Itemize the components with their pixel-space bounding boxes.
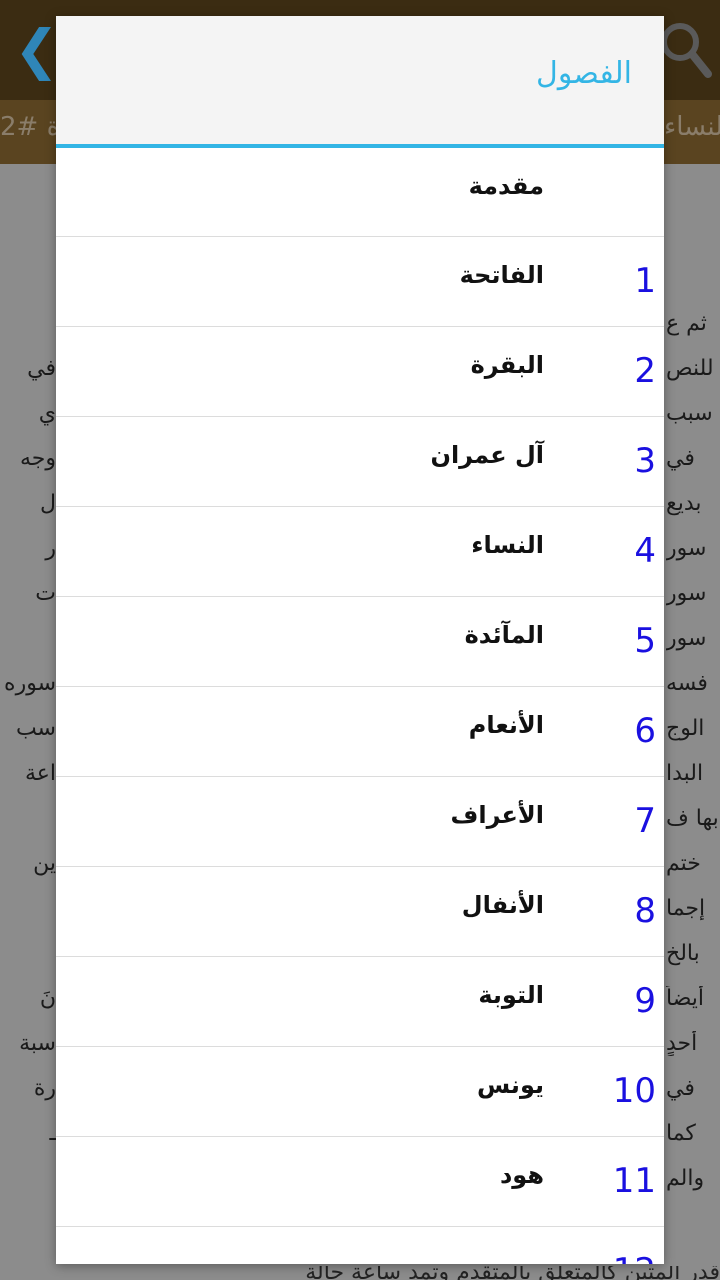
- chapter-number: 7: [634, 801, 656, 841]
- content-text-fragment: سور: [666, 626, 707, 651]
- chapter-item[interactable]: هود 11: [56, 1137, 664, 1227]
- dialog-header: الفصول: [56, 16, 664, 144]
- chapter-item[interactable]: الأنفال 8: [56, 867, 664, 957]
- chevron-left-icon[interactable]: ❮: [14, 22, 59, 78]
- chapter-item[interactable]: التوبة 9: [56, 957, 664, 1047]
- tab-previous[interactable]: ة #2: [0, 112, 60, 142]
- content-line: قدر المتين كالمتعلق بالمتقدم وتمد ساعة ح…: [305, 1266, 720, 1280]
- content-text-fragment: ـ: [49, 1121, 56, 1146]
- content-text-fragment: للنص: [666, 356, 714, 381]
- content-text-fragment: سوره: [4, 671, 56, 696]
- content-text-fragment: اعة: [24, 761, 56, 786]
- chapter-name: المآئدة: [464, 621, 544, 649]
- chapter-item[interactable]: البقرة 2: [56, 327, 664, 417]
- chapter-name: الأعراف: [450, 801, 544, 829]
- chapter-number: 2: [634, 351, 656, 391]
- content-text-fragment: سبب: [666, 401, 713, 426]
- chapter-item[interactable]: مقدمة: [56, 148, 664, 237]
- content-text-fragment: سور: [666, 536, 707, 561]
- chapter-number: 9: [634, 981, 656, 1021]
- content-text-fragment: إجما: [666, 896, 706, 921]
- chapter-item[interactable]: آل عمران 3: [56, 417, 664, 507]
- chapter-name: مقدمة: [468, 172, 544, 200]
- chapter-item[interactable]: النساء 4: [56, 507, 664, 597]
- chapter-number: 10: [612, 1071, 656, 1111]
- content-text-fragment: ر: [45, 536, 56, 561]
- chapter-name: الفاتحة: [459, 261, 544, 289]
- chapter-number: 6: [634, 711, 656, 751]
- chapter-name: الأنعام: [468, 711, 544, 739]
- content-text-fragment: بالخ: [666, 941, 700, 966]
- content-text-fragment: رة: [33, 1076, 56, 1101]
- chapter-item[interactable]: يونس 10: [56, 1047, 664, 1137]
- chapter-item[interactable]: الأنعام 6: [56, 687, 664, 777]
- dialog-title: الفصول: [536, 56, 632, 91]
- chapter-list[interactable]: مقدمة الفاتحة 1 البقرة 2 آل عمران 3 النساء 4 المآ…: [56, 148, 664, 1264]
- content-text-fragment: ل: [40, 491, 56, 516]
- chapter-number: 5: [634, 621, 656, 661]
- chapter-number: 11: [612, 1161, 656, 1201]
- content-text-fragment: كما: [666, 1121, 696, 1146]
- content-text-fragment: بها ف: [666, 806, 719, 831]
- content-text-fragment: وجه: [19, 446, 56, 471]
- tab-current[interactable]: النساء: [664, 112, 720, 142]
- content-text-fragment: البدا: [666, 761, 704, 786]
- content-text-fragment: سبة: [19, 1031, 56, 1056]
- content-text-fragment: في: [666, 446, 695, 471]
- content-text-fragment: سور: [666, 581, 707, 606]
- content-text-fragment: بديع: [666, 491, 702, 516]
- chapter-number: 12: [613, 1251, 656, 1264]
- chapter-item[interactable]: المآئدة 5: [56, 597, 664, 687]
- chapter-number: 8: [634, 891, 656, 931]
- chapters-dialog: الفصول مقدمة الفاتحة 1 البقرة 2 آل عمران 3 النس…: [56, 16, 664, 1264]
- content-text-fragment: والم: [666, 1166, 705, 1191]
- chapter-name: الأنفال: [461, 891, 544, 919]
- content-text-fragment: ي: [38, 401, 56, 426]
- chapter-name: البقرة: [470, 351, 544, 379]
- chapter-item[interactable]: الأعراف 7: [56, 777, 664, 867]
- content-text-fragment: ختم: [666, 851, 701, 876]
- content-text-fragment: أَحدٍ: [666, 1031, 698, 1056]
- content-text-fragment: ثم ع: [666, 311, 707, 336]
- chapter-name: يونس: [477, 1071, 544, 1099]
- chapter-item[interactable]: 12: [56, 1227, 664, 1264]
- content-text-fragment: فسه: [666, 671, 708, 696]
- content-text-fragment: نَ: [39, 986, 56, 1011]
- chapter-name: النساء: [471, 531, 544, 559]
- chapter-item[interactable]: الفاتحة 1: [56, 237, 664, 327]
- chapter-name: التوبة: [478, 981, 544, 1009]
- content-text-fragment: في: [666, 1076, 695, 1101]
- chapter-name: هود: [499, 1161, 544, 1189]
- chapter-number: 1: [634, 261, 656, 301]
- chapter-name: آل عمران: [430, 441, 544, 469]
- content-text-fragment: أيضاً: [666, 986, 705, 1011]
- content-text-fragment: في: [27, 356, 56, 381]
- search-icon[interactable]: [658, 20, 714, 80]
- chapter-number: 4: [634, 531, 656, 571]
- content-text-fragment: ين: [33, 851, 56, 876]
- content-text-fragment: سب: [15, 716, 56, 741]
- content-text-fragment: ت: [35, 581, 56, 606]
- content-text-fragment: الوج: [666, 716, 705, 741]
- chapter-number: 3: [634, 441, 656, 481]
